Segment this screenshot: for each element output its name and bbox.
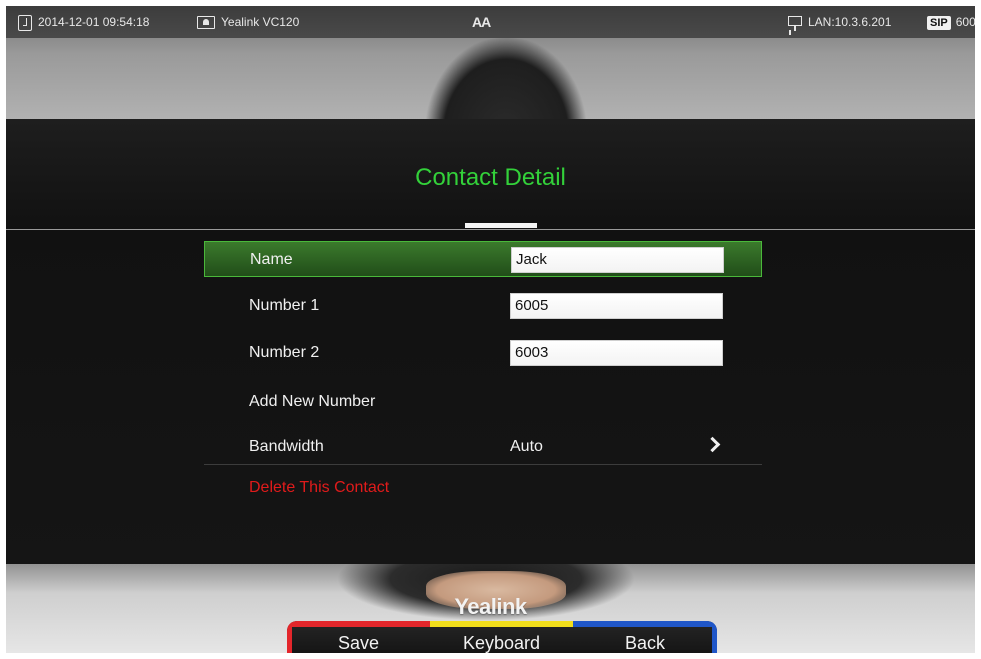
datetime-text: 2014-12-01 09:54:18 xyxy=(38,15,150,29)
number1-field[interactable]: 6005 xyxy=(510,293,723,319)
softkey-bar: Save Keyboard Back xyxy=(287,621,717,653)
device-icon xyxy=(197,16,215,30)
number1-row[interactable]: Number 1 6005 xyxy=(204,288,762,324)
number2-row[interactable]: Number 2 6003 xyxy=(204,335,762,371)
sip-account: 6004 xyxy=(955,15,975,29)
page-title: Contact Detail xyxy=(415,164,566,191)
bandwidth-row[interactable]: Bandwidth Auto xyxy=(204,429,762,465)
number1-label: Number 1 xyxy=(249,297,320,314)
contact-detail-panel: Contact Detail Name Jack Number 1 6005 N… xyxy=(6,119,975,564)
add-new-number-label: Add New Number xyxy=(249,393,376,410)
number2-field[interactable]: 6003 xyxy=(510,340,723,366)
lan-address: LAN:10.3.6.201 xyxy=(808,15,892,29)
title-indicator xyxy=(465,223,537,228)
name-field[interactable]: Jack xyxy=(511,247,724,273)
back-label: Back xyxy=(624,633,666,653)
device-name: Yealink VC120 xyxy=(221,15,300,29)
keyboard-softkey[interactable]: Keyboard xyxy=(430,621,573,653)
divider xyxy=(204,464,762,465)
datetime-indicator: 2014-12-01 09:54:18 xyxy=(18,6,149,38)
delete-contact-button[interactable]: Delete This Contact xyxy=(249,478,389,498)
back-softkey[interactable]: Back xyxy=(573,621,717,653)
name-label: Name xyxy=(250,251,293,268)
lan-indicator: LAN:10.3.6.201 xyxy=(788,6,891,38)
red-key-indicator xyxy=(287,621,430,627)
sip-badge: SIP xyxy=(927,15,951,30)
add-new-number-row[interactable]: Add New Number xyxy=(204,384,762,420)
blue-key-indicator xyxy=(573,621,717,627)
name-row[interactable]: Name Jack xyxy=(204,241,762,277)
save-label: Save xyxy=(337,633,380,653)
title-divider xyxy=(6,229,975,230)
bandwidth-value: Auto xyxy=(510,438,543,455)
number2-label: Number 2 xyxy=(249,344,320,361)
tv-screen: Yealink 2014-12-01 09:54:18 Yealink VC12… xyxy=(6,6,975,653)
font-size-icon: AA xyxy=(472,14,491,30)
calendar-icon xyxy=(18,14,32,31)
sip-indicator: SIP 6004 xyxy=(927,6,975,38)
bandwidth-label: Bandwidth xyxy=(249,438,324,455)
network-icon xyxy=(788,15,802,31)
save-softkey[interactable]: Save xyxy=(287,621,430,653)
yellow-key-indicator xyxy=(430,621,573,627)
chevron-right-icon xyxy=(704,436,721,453)
yealink-watermark: Yealink xyxy=(454,594,527,619)
status-bar: 2014-12-01 09:54:18 Yealink VC120 AA LAN… xyxy=(6,6,975,38)
device-indicator: Yealink VC120 xyxy=(197,6,299,38)
keyboard-label: Keyboard xyxy=(462,633,541,653)
